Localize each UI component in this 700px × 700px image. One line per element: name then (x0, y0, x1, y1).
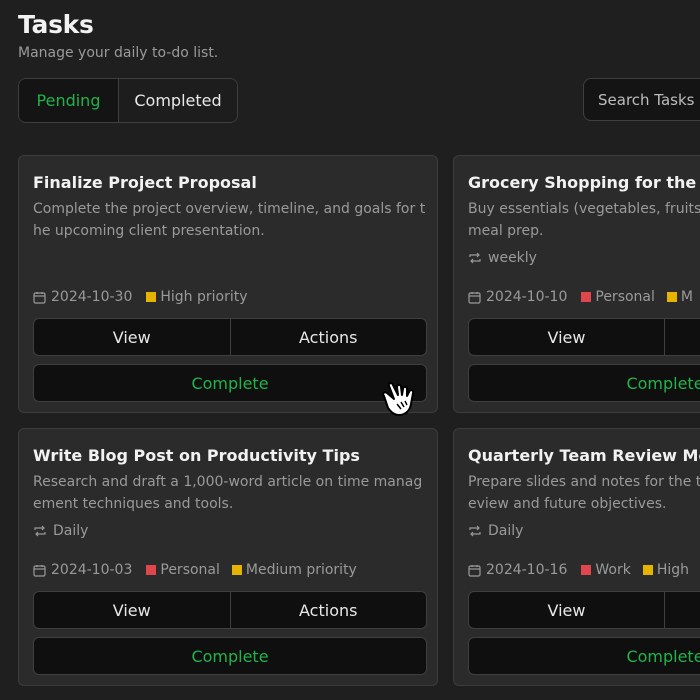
tag-label: Personal (595, 289, 655, 305)
repeat-icon (33, 525, 47, 537)
tag-priority: High priority (146, 289, 248, 305)
task-description-line: Prepare slides and notes for the tea (468, 474, 700, 490)
tag-label: High (656, 562, 690, 578)
task-description-line: Buy essentials (vegetables, fruits, d (468, 201, 700, 217)
task-recurrence: weekly (468, 250, 537, 266)
task-date: 2024-10-10 (468, 289, 567, 305)
view-button[interactable]: View (34, 319, 230, 355)
task-date-text: 2024-10-03 (51, 562, 133, 578)
calendar-icon (468, 564, 481, 577)
task-description-line: meal prep. (468, 223, 544, 239)
tag-label: M (680, 289, 693, 305)
actions-button[interactable]: Actions (229, 592, 427, 628)
task-date: 2024-10-30 (33, 289, 132, 305)
task-meta: 2024-10-30 High priority (33, 289, 260, 305)
task-description: Research and draft a 1,000-word article … (33, 474, 423, 512)
task-recurrence: Daily (468, 523, 523, 539)
task-button-row: View Actions (33, 318, 427, 356)
page-title: Tasks (18, 10, 94, 39)
complete-button[interactable]: Complete (33, 637, 427, 675)
tag-priority: M (666, 289, 693, 305)
tag-personal: Personal (581, 289, 655, 305)
calendar-icon (33, 291, 46, 304)
priority-swatch-icon (146, 292, 157, 302)
page-subtitle: Manage your daily to-do list. (18, 45, 219, 61)
repeat-icon (468, 525, 482, 537)
task-title: Write Blog Post on Productivity Tips (33, 446, 360, 465)
hand-pointer-cursor-icon (380, 382, 424, 418)
tag-personal: Personal (146, 562, 220, 578)
task-card: Grocery Shopping for the We Buy essentia… (453, 155, 700, 413)
calendar-icon (468, 291, 481, 304)
view-button[interactable]: View (469, 592, 664, 628)
task-title: Quarterly Team Review Meet (468, 446, 700, 465)
task-description-line: eview and future objectives. (468, 496, 667, 512)
task-description: Buy essentials (vegetables, fruits, d me… (468, 198, 700, 242)
priority-swatch-icon (666, 292, 677, 302)
search-input[interactable] (583, 78, 700, 121)
priority-swatch-icon (231, 565, 242, 575)
repeat-icon (468, 252, 482, 264)
task-date-text: 2024-10-10 (486, 289, 568, 305)
status-tabs: Pending Completed (18, 78, 238, 123)
actions-button[interactable] (664, 592, 700, 628)
recurrence-text: Daily (53, 523, 89, 539)
task-date: 2024-10-16 (468, 562, 567, 578)
task-recurrence: Daily (33, 523, 88, 539)
task-meta: 2024-10-16 Work High (468, 562, 700, 578)
tag-swatch-icon (146, 565, 157, 575)
task-card: Write Blog Post on Productivity Tips Res… (18, 428, 438, 686)
view-button[interactable]: View (34, 592, 230, 628)
tag-priority: High (642, 562, 690, 578)
task-date: 2024-10-03 (33, 562, 132, 578)
tab-completed[interactable]: Completed (118, 79, 237, 122)
tag-work: Work (581, 562, 631, 578)
recurrence-text: weekly (488, 250, 537, 266)
recurrence-text: Daily (488, 523, 524, 539)
tag-label: Work (595, 562, 631, 578)
task-card: Finalize Project Proposal Complete the p… (18, 155, 438, 413)
task-meta: 2024-10-03 Personal Medium priority (33, 562, 369, 578)
complete-button[interactable]: Complete (33, 364, 427, 402)
task-date-text: 2024-10-16 (486, 562, 568, 578)
tag-label: Personal (160, 562, 220, 578)
task-description: Prepare slides and notes for the tea evi… (468, 471, 700, 515)
tag-label: High priority (160, 289, 248, 305)
task-button-row: View Actions (33, 591, 427, 629)
tag-priority: Medium priority (231, 562, 357, 578)
actions-button[interactable] (664, 319, 700, 355)
tasks-page: Tasks Manage your daily to-do list. Pend… (0, 0, 700, 700)
task-date-text: 2024-10-30 (51, 289, 133, 305)
actions-button[interactable]: Actions (229, 319, 427, 355)
complete-button[interactable]: Complete (468, 364, 700, 402)
task-card: Quarterly Team Review Meet Prepare slide… (453, 428, 700, 686)
task-description: Complete the project overview, timeline,… (33, 201, 426, 239)
task-title: Grocery Shopping for the We (468, 173, 700, 192)
tag-swatch-icon (581, 565, 592, 575)
task-title: Finalize Project Proposal (33, 173, 257, 192)
calendar-icon (33, 564, 46, 577)
complete-button[interactable]: Complete (468, 637, 700, 675)
tag-label: Medium priority (245, 562, 357, 578)
view-button[interactable]: View (469, 319, 664, 355)
tag-swatch-icon (581, 292, 592, 302)
task-button-row: View (468, 591, 700, 629)
priority-swatch-icon (642, 565, 653, 575)
task-meta: 2024-10-10 Personal M (468, 289, 700, 305)
tab-pending[interactable]: Pending (19, 79, 118, 122)
task-button-row: View (468, 318, 700, 356)
